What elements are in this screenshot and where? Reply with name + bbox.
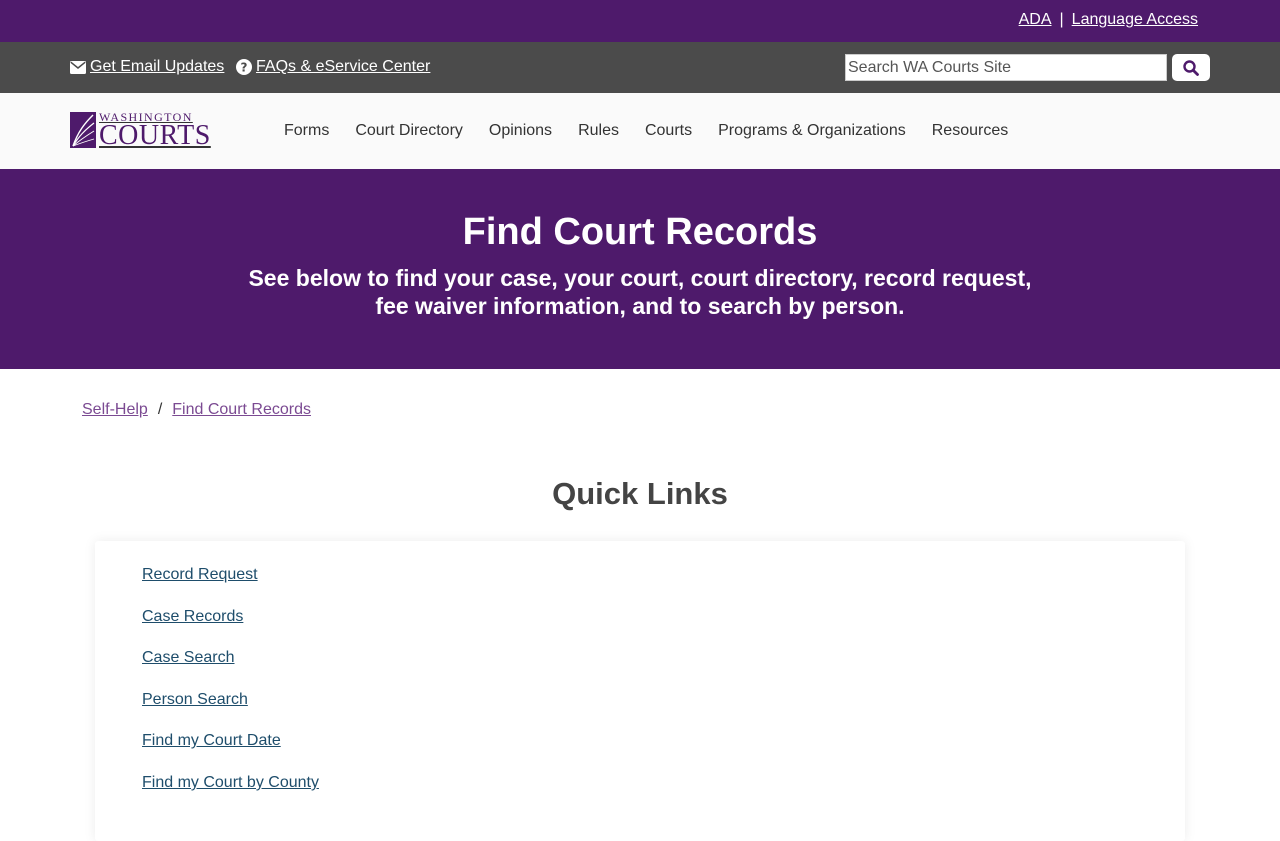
list-item: Person Search	[142, 691, 319, 733]
hero-banner: Find Court Records See below to find you…	[0, 169, 1280, 369]
nav-forms[interactable]: Forms	[284, 122, 329, 140]
svg-text:?: ?	[241, 61, 248, 75]
main-navbar: WASHINGTON COURTS Forms Court Directory …	[0, 93, 1280, 169]
envelope-icon	[70, 60, 86, 74]
quick-link-record-request[interactable]: Record Request	[142, 566, 258, 583]
nav-opinions[interactable]: Opinions	[489, 122, 552, 140]
quick-link-case-search[interactable]: Case Search	[142, 649, 235, 666]
hero-subtitle-line2: fee waiver information, and to search by…	[375, 293, 905, 319]
list-item: Record Request	[142, 566, 319, 608]
hero-subtitle-line1: See below to find your case, your court,…	[248, 265, 1032, 291]
hero-subtitle: See below to find your case, your court,…	[0, 264, 1280, 320]
breadcrumb-find-court-records[interactable]: Find Court Records	[172, 401, 311, 418]
quick-links-card: Record Request Case Records Case Search …	[95, 541, 1185, 841]
quick-links-title: Quick Links	[552, 476, 728, 511]
logo-text: WASHINGTON COURTS	[99, 111, 211, 150]
ada-link[interactable]: ADA	[1019, 11, 1052, 28]
top-bar: ADA | Language Access	[0, 0, 1280, 42]
primary-nav: Forms Court Directory Opinions Rules Cou…	[284, 122, 1034, 140]
nav-programs-organizations[interactable]: Programs & Organizations	[718, 122, 906, 140]
page-title: Find Court Records	[462, 211, 818, 253]
washington-courts-logo[interactable]: WASHINGTON COURTS	[70, 111, 220, 149]
quick-links-list: Record Request Case Records Case Search …	[142, 566, 319, 816]
top-links-separator: |	[1059, 11, 1064, 28]
list-item: Case Search	[142, 649, 319, 691]
quick-link-case-records[interactable]: Case Records	[142, 608, 243, 625]
list-item: Find my Court by County	[142, 774, 319, 816]
search-icon	[1183, 59, 1199, 76]
nav-courts[interactable]: Courts	[645, 122, 692, 140]
quick-link-find-court-by-county[interactable]: Find my Court by County	[142, 774, 319, 791]
logo-line2: COURTS	[99, 119, 211, 151]
nav-resources[interactable]: Resources	[932, 122, 1008, 140]
breadcrumb-self-help[interactable]: Self-Help	[82, 401, 148, 418]
nav-rules[interactable]: Rules	[578, 122, 619, 140]
email-updates-link[interactable]: Get Email Updates	[70, 58, 224, 76]
quick-link-person-search[interactable]: Person Search	[142, 691, 248, 708]
breadcrumb: Self-Help / Find Court Records	[82, 401, 311, 419]
faqs-label: FAQs & eService Center	[256, 58, 431, 75]
question-circle-icon: ?	[236, 59, 252, 75]
list-item: Find my Court Date	[142, 732, 319, 774]
top-links: ADA | Language Access	[1019, 11, 1198, 29]
list-item: Case Records	[142, 608, 319, 650]
site-search-button[interactable]	[1172, 54, 1210, 81]
nav-court-directory[interactable]: Court Directory	[355, 122, 463, 140]
site-search-input[interactable]	[845, 54, 1167, 81]
logo-mark-icon	[70, 112, 96, 148]
quick-link-find-court-date[interactable]: Find my Court Date	[142, 732, 281, 749]
email-updates-label: Get Email Updates	[90, 58, 225, 75]
breadcrumb-separator: /	[157, 401, 163, 418]
faqs-link[interactable]: ? FAQs & eService Center	[236, 58, 430, 76]
language-access-link[interactable]: Language Access	[1072, 11, 1198, 28]
